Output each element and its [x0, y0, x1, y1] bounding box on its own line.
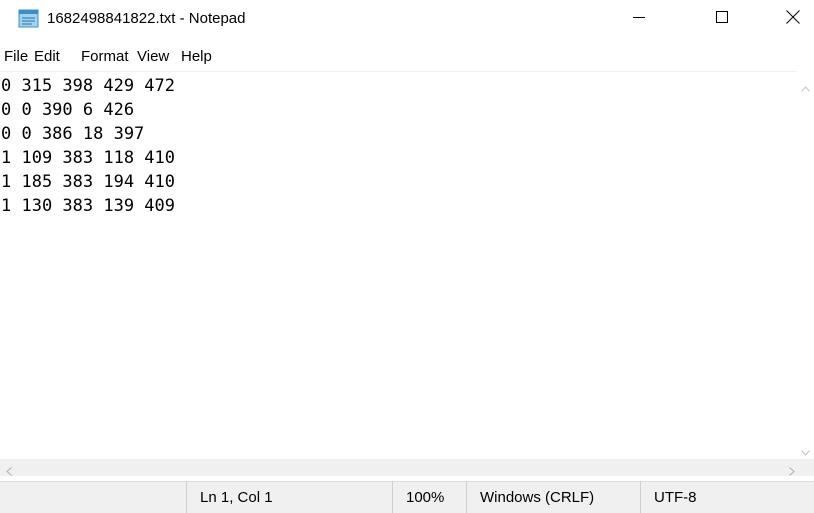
scroll-right-icon[interactable]: [789, 463, 795, 481]
menu-edit[interactable]: Edit: [34, 47, 60, 67]
menu-help[interactable]: Help: [181, 47, 212, 67]
text-line: 1 185 383 194 410: [1, 172, 175, 192]
status-zoom: 100%: [392, 482, 466, 513]
scroll-up-icon[interactable]: [801, 79, 810, 97]
status-cursor-position: Ln 1, Col 1: [186, 482, 392, 513]
minimize-button[interactable]: [616, 0, 662, 38]
maximize-button[interactable]: [699, 0, 745, 38]
text-line: 1 130 383 139 409: [1, 196, 175, 216]
menu-bar: File Edit Format View Help: [0, 44, 814, 70]
status-encoding: UTF-8: [640, 482, 814, 513]
window-title: 1682498841822.txt - Notepad: [47, 10, 246, 27]
minimize-icon: [633, 10, 645, 28]
menu-file[interactable]: File: [4, 47, 28, 67]
text-editor[interactable]: 0 315 398 429 472 0 0 390 6 426 0 0 386 …: [0, 71, 814, 460]
close-icon: [786, 9, 800, 29]
maximize-icon: [716, 10, 728, 28]
close-button[interactable]: [770, 0, 814, 38]
text-line: 0 0 386 18 397: [1, 124, 145, 144]
text-line: 1 109 383 118 410: [1, 148, 175, 168]
status-line-ending: Windows (CRLF): [466, 482, 640, 513]
scroll-left-icon[interactable]: [6, 463, 12, 481]
text-line: 0 315 398 429 472: [1, 76, 175, 96]
horizontal-scrollbar[interactable]: [0, 459, 814, 476]
vertical-scrollbar[interactable]: [797, 71, 814, 459]
text-line: 0 0 390 6 426: [1, 100, 135, 120]
status-bar: Ln 1, Col 1 100% Windows (CRLF) UTF-8: [0, 481, 814, 513]
menu-format[interactable]: Format: [81, 47, 129, 67]
menu-view[interactable]: View: [137, 47, 169, 67]
title-bar[interactable]: 1682498841822.txt - Notepad: [0, 0, 814, 38]
notepad-icon: [18, 9, 39, 28]
